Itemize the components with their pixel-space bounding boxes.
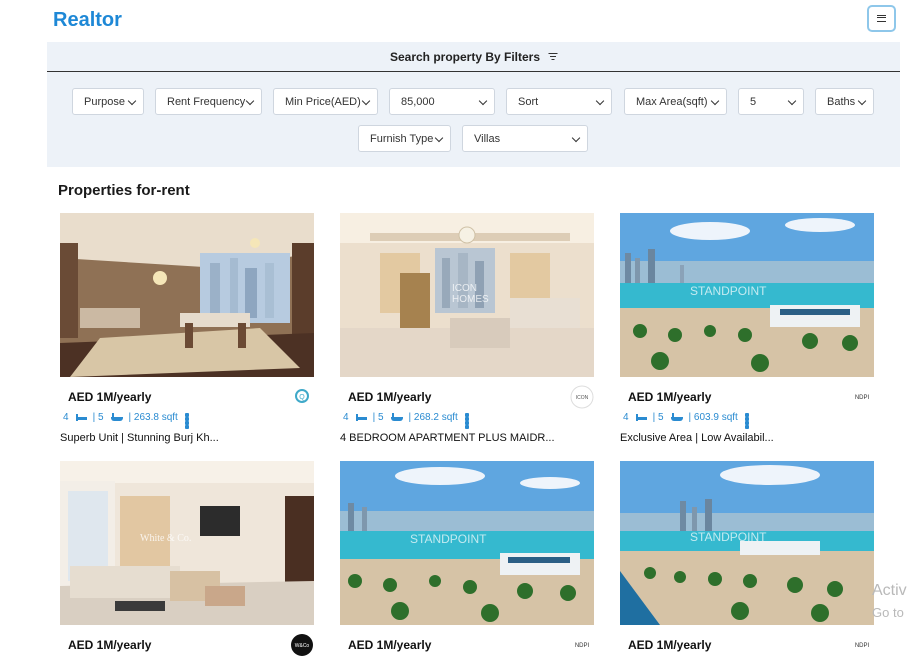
- property-card[interactable]: ICON HOMES AED 1M/yearly ICON 4 | 5 | 26…: [340, 213, 594, 444]
- property-title[interactable]: Superb Unit | Stunning Burj Kh...: [60, 432, 219, 444]
- property-stats: 4 | 5 | 603.9 sqft: [623, 412, 760, 429]
- purpose-select[interactable]: Purpose: [72, 88, 144, 115]
- bed-icon: [75, 414, 87, 421]
- property-title[interactable]: Exclusive Area | Low Availabil...: [620, 432, 774, 444]
- bed-icon: [355, 414, 367, 421]
- svg-text:NDPI: NDPI: [855, 643, 870, 649]
- area-value: | 603.9 sqft: [688, 412, 738, 423]
- section-title: Properties for-rent: [58, 182, 190, 199]
- agency-logo: NDPI: [570, 633, 594, 657]
- property-photo[interactable]: STANDPOINT: [620, 213, 874, 377]
- max-area-select[interactable]: Max Area(sqft): [624, 88, 727, 115]
- svg-text:STANDPOINT: STANDPOINT: [410, 532, 487, 546]
- property-title[interactable]: 4 BEDROOM APARTMENT PLUS MAIDR...: [340, 432, 555, 444]
- agency-logo: Q: [290, 385, 314, 409]
- agency-logo: NDPI: [850, 385, 874, 409]
- filter-title: Search property By Filters: [389, 49, 541, 64]
- property-price: AED 1M/yearly: [68, 390, 152, 404]
- property-card[interactable]: STANDPOINT AED 1M/yearly NDPI: [340, 461, 594, 658]
- chevron-down-icon: [595, 96, 605, 106]
- property-photo[interactable]: ICON HOMES: [340, 213, 594, 377]
- chevron-down-icon: [787, 96, 797, 106]
- rooms-count: 4: [343, 412, 349, 423]
- chevron-down-icon: [245, 96, 255, 106]
- svg-text:Q: Q: [299, 394, 305, 401]
- property-photo[interactable]: STANDPOINT: [620, 461, 874, 625]
- hamburger-icon: [877, 15, 886, 22]
- bath-icon: [670, 413, 683, 422]
- chevron-down-icon: [127, 96, 137, 106]
- property-photo[interactable]: STANDPOINT: [340, 461, 594, 625]
- property-price: AED 1M/yearly: [348, 390, 432, 404]
- bath-icon: [390, 413, 403, 422]
- svg-text:NDPI: NDPI: [855, 395, 870, 401]
- furnish-type-select[interactable]: Furnish Type: [358, 125, 451, 152]
- svg-text:HOMES: HOMES: [452, 294, 489, 305]
- property-price: AED 1M/yearly: [68, 638, 152, 652]
- baths-count: 5: [377, 412, 384, 423]
- category-select[interactable]: Villas: [462, 125, 588, 152]
- property-photo[interactable]: White & Co.: [60, 461, 314, 625]
- property-card[interactable]: STANDPOINT AED 1M/yearly NDPI 4 | 5 | 60…: [620, 213, 874, 444]
- chevron-down-icon: [478, 96, 488, 106]
- svg-text:ICON: ICON: [576, 395, 589, 401]
- area-icon: [184, 413, 194, 429]
- rooms-count: 4: [63, 412, 69, 423]
- svg-text:ICON: ICON: [452, 283, 477, 294]
- svg-text:STANDPOINT: STANDPOINT: [690, 284, 767, 298]
- menu-button[interactable]: [867, 5, 896, 32]
- agency-logo: NDPI: [850, 633, 874, 657]
- area-value: | 263.8 sqft: [128, 412, 178, 423]
- property-stats: 4 | 5 | 263.8 sqft: [63, 412, 200, 429]
- property-price: AED 1M/yearly: [628, 390, 712, 404]
- chevron-down-icon: [361, 96, 371, 106]
- baths-select[interactable]: Baths: [815, 88, 874, 115]
- chevron-down-icon: [571, 133, 581, 143]
- area-icon: [464, 413, 474, 429]
- bed-icon: [635, 414, 647, 421]
- svg-text:White & Co.: White & Co.: [140, 533, 191, 544]
- rooms-count: 4: [623, 412, 629, 423]
- area-icon: [744, 413, 754, 429]
- rooms-select[interactable]: 5: [738, 88, 804, 115]
- bath-icon: [110, 413, 123, 422]
- rent-frequency-select[interactable]: Rent Frequency: [155, 88, 262, 115]
- property-stats: 4 | 5 | 268.2 sqft: [343, 412, 480, 429]
- property-card[interactable]: AED 1M/yearly Q 4 | 5 | 263.8 sqft Super…: [60, 213, 314, 444]
- baths-count: 5: [657, 412, 664, 423]
- property-card[interactable]: STANDPOINT AED 1M/yearly NDPI: [620, 461, 874, 658]
- property-price: AED 1M/yearly: [348, 638, 432, 652]
- property-card[interactable]: White & Co. AED 1M/yearly W&Co: [60, 461, 314, 658]
- filter-toggle[interactable]: Search property By Filters: [47, 42, 900, 72]
- sort-select[interactable]: Sort: [506, 88, 612, 115]
- activation-watermark: Activ Go to: [872, 582, 907, 620]
- svg-text:W&Co: W&Co: [295, 643, 310, 649]
- filter-icon: [548, 53, 558, 61]
- baths-count: 5: [97, 412, 104, 423]
- chevron-down-icon: [710, 96, 720, 106]
- filter-panel: Search property By Filters Purpose Rent …: [47, 42, 900, 167]
- app-header: Realtor: [0, 0, 912, 42]
- chevron-down-icon: [857, 96, 867, 106]
- brand-logo[interactable]: Realtor: [53, 9, 122, 32]
- property-photo[interactable]: [60, 213, 314, 377]
- svg-text:NDPI: NDPI: [575, 643, 590, 649]
- agency-logo: ICON: [570, 385, 594, 409]
- chevron-down-icon: [434, 133, 444, 143]
- min-price-select[interactable]: Min Price(AED): [273, 88, 378, 115]
- area-value: | 268.2 sqft: [408, 412, 458, 423]
- agency-logo: W&Co: [290, 633, 314, 657]
- property-price: AED 1M/yearly: [628, 638, 712, 652]
- max-price-select[interactable]: 85,000: [389, 88, 495, 115]
- svg-text:STANDPOINT: STANDPOINT: [690, 530, 767, 544]
